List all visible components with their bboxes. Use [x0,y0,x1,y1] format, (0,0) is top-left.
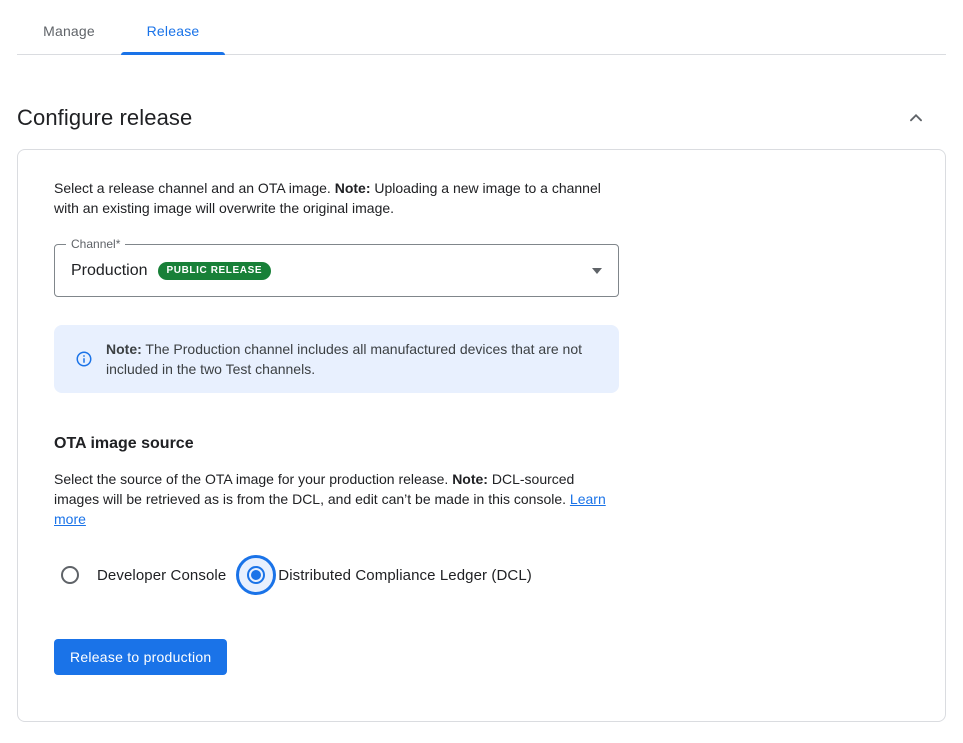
radio-unselected-icon [61,566,79,584]
intro-text: Select a release channel and an OTA imag… [54,178,619,218]
ota-source-description: Select the source of the OTA image for y… [54,469,622,529]
info-icon [75,350,93,368]
intro-note-label: Note: [335,180,371,196]
tab-release[interactable]: Release [121,8,225,54]
ota-note-label: Note: [452,471,488,487]
dropdown-arrow-icon [592,268,602,274]
release-to-production-button[interactable]: Release to production [54,639,227,675]
configure-release-card: Select a release channel and an OTA imag… [17,149,946,722]
note-banner-body: The Production channel includes all manu… [106,341,582,377]
public-release-badge: PUBLIC RELEASE [158,262,272,280]
tab-manage[interactable]: Manage [17,8,121,54]
ota-source-heading: OTA image source [54,435,909,453]
collapse-section-button[interactable] [904,106,928,130]
channel-select[interactable]: Channel* Production PUBLIC RELEASE [54,244,619,297]
active-tab-indicator [121,52,225,55]
page: Manage Release Configure release Select … [0,0,963,743]
channel-field-value: Production [71,262,148,280]
section-header: Configure release [17,105,946,131]
note-banner-bold: Note: [106,341,142,357]
radio-selected-icon [236,555,276,595]
radio-developer-console[interactable]: Developer Console [61,566,226,584]
tab-manage-label: Manage [43,23,95,39]
chevron-up-icon [905,107,927,129]
radio-dcl-label: Distributed Compliance Ledger (DCL) [278,567,532,584]
tab-bar: Manage Release [17,0,946,55]
ota-source-radio-group: Developer Console Distributed Compliance… [54,555,909,595]
radio-dcl[interactable]: Distributed Compliance Ledger (DCL) [236,555,532,595]
channel-field-label: Channel* [66,236,125,252]
intro-text-before: Select a release channel and an OTA imag… [54,180,335,196]
ota-desc-before: Select the source of the OTA image for y… [54,471,452,487]
radio-developer-console-label: Developer Console [97,567,226,584]
page-title: Configure release [17,105,192,131]
tab-release-label: Release [147,23,200,39]
note-banner-text: Note: The Production channel includes al… [106,339,595,379]
note-banner: Note: The Production channel includes al… [54,325,619,393]
